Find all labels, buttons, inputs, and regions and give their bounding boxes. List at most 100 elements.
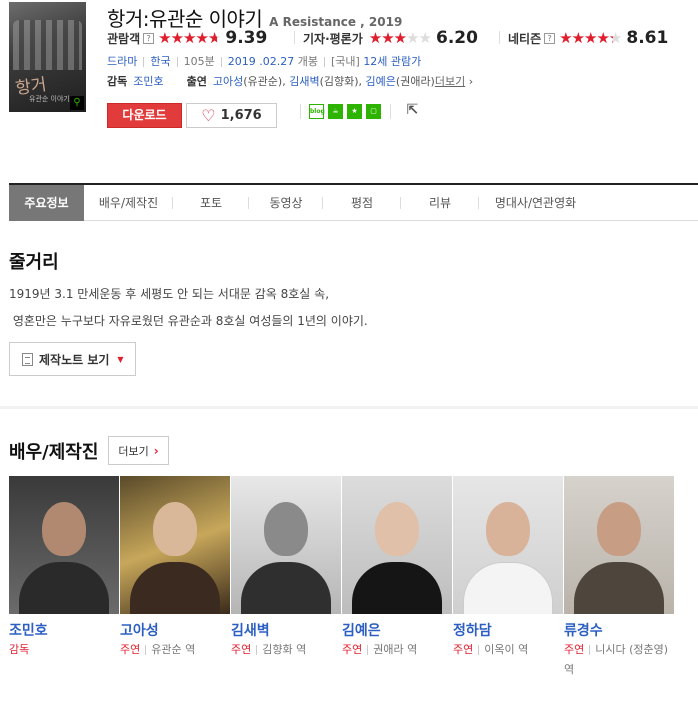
cast-photo[interactable] (9, 476, 119, 614)
runtime: 105분 (183, 55, 215, 68)
cast-role: (유관순) (243, 75, 283, 88)
tab-label: 평점 (350, 196, 374, 210)
rating-label: 관람객 (107, 31, 141, 46)
country-link[interactable]: 한국 (150, 55, 170, 68)
cast-name[interactable]: 조민호 (9, 620, 120, 640)
director-link[interactable]: 조민호 (133, 75, 163, 88)
rating-score: 9.39 (225, 28, 268, 48)
audience-rating: 관람객 ? ★★★★★ ★★★★★ 9.39 (107, 28, 267, 48)
grade-link[interactable]: 12세 관람가 (363, 55, 421, 68)
cast-photo[interactable] (453, 476, 563, 614)
tab-videos[interactable]: 동영상 (249, 185, 323, 221)
cast-card: 류경수 주연 니시다 (정춘영) 역 (564, 476, 675, 680)
credits-more-link[interactable]: 더보기 (435, 75, 465, 88)
tab-ratings[interactable]: 평점 (323, 185, 401, 221)
cast-card: 고아성 주연 유관순 역 (120, 476, 231, 680)
like-count: 1,676 (220, 108, 262, 123)
stars-filled: ★★★★★ (559, 29, 613, 47)
release-date-link[interactable]: 2019 .02.27 (228, 55, 294, 68)
cast-photo[interactable] (231, 476, 341, 614)
cast-heading: 배우/제작진 (9, 442, 99, 463)
tab-cast-crew[interactable]: 배우/제작진 (84, 185, 173, 221)
cast-photo[interactable] (120, 476, 230, 614)
help-icon[interactable]: ? (544, 32, 556, 44)
tab-quotes-related[interactable]: 명대사/연관영화 (479, 185, 592, 221)
cast-role: 주연 이옥이 역 (453, 643, 529, 656)
cast-link[interactable]: 김새벽 (289, 75, 319, 88)
cast-photo[interactable] (564, 476, 674, 614)
rating-label: 네티즌 (508, 31, 542, 46)
download-button[interactable]: 다운로드 (107, 103, 182, 128)
stars-filled: ★★★★★ (368, 29, 408, 47)
synopsis-text: 1919년 3.1 만세운동 후 세평도 안 되는 서대문 감옥 8호실 속, … (9, 281, 368, 335)
tab-label: 리뷰 (428, 196, 452, 210)
zoom-icon[interactable]: ⚲ (70, 96, 84, 110)
chevron-down-icon: ▼ (117, 354, 124, 364)
stars-filled: ★★★★★ (158, 29, 217, 47)
tab-main-info[interactable]: 주요정보 (9, 185, 84, 221)
document-icon (22, 352, 33, 366)
movie-english-title: A Resistance , 2019 (269, 15, 403, 29)
chevron-right-icon: › (153, 443, 159, 458)
tab-bar: 주요정보 배우/제작진 포토 동영상 평점 리뷰 명대사/연관영화 (9, 183, 698, 221)
share-bar: blog ☕ ★ ▢ ⇱ (300, 103, 420, 119)
tab-label: 포토 (199, 196, 223, 210)
production-note-label: 제작노트 보기 (39, 352, 110, 367)
share-icon[interactable]: ⇱ (405, 103, 420, 119)
cast-card: 정하담 주연 이옥이 역 (453, 476, 564, 680)
cast-label: 출연 (186, 75, 207, 88)
cast-more-label: 더보기 (118, 444, 149, 458)
cast-name[interactable]: 김새벽 (231, 620, 342, 640)
cast-role: (김향화) (319, 75, 359, 88)
heart-icon: ♡ (201, 105, 216, 125)
section-divider (0, 406, 698, 409)
netizen-rating: 네티즌 ? ★★★★★ ★★★★★ 8.61 (508, 28, 668, 48)
tab-photos[interactable]: 포토 (173, 185, 249, 221)
tab-label: 배우/제작진 (98, 196, 159, 210)
release-suffix: 개봉 (297, 55, 318, 68)
cast-role: 주연 유관순 역 (120, 643, 196, 656)
rating-score: 6.20 (436, 28, 478, 48)
credits-row: 감독 조민호 출연 고아성(유관순), 김새벽(김향화), 김예은(권애라)더보기 … (107, 75, 474, 88)
chevron-right-icon: › (468, 75, 474, 88)
cast-role: 감독 (9, 643, 30, 656)
cast-name[interactable]: 류경수 (564, 620, 675, 640)
cast-name[interactable]: 정하담 (453, 620, 564, 640)
production-note-button[interactable]: 제작노트 보기 ▼ (9, 342, 136, 376)
rating-label: 기자·평론가 (303, 31, 363, 46)
like-button[interactable]: ♡ 1,676 (186, 103, 277, 128)
cast-name[interactable]: 고아성 (120, 620, 231, 640)
movie-meta: 드라마 한국 105분 2019 .02.27 개봉 [국내] 12세 관람가 (107, 53, 421, 69)
divider (390, 104, 391, 119)
cast-link[interactable]: 고아성 (213, 75, 243, 88)
director-label: 감독 (107, 75, 128, 88)
tab-reviews[interactable]: 리뷰 (401, 185, 479, 221)
cast-role: 주연 니시다 (정춘영) 역 (564, 643, 669, 676)
star-rating: ★★★★★ ★★★★★ (368, 29, 432, 47)
cast-card: 김새벽 주연 김향화 역 (231, 476, 342, 680)
divider (294, 31, 295, 44)
synopsis-line: 1919년 3.1 만세운동 후 세평도 안 되는 서대문 감옥 8호실 속, (9, 287, 330, 301)
cast-card: 조민호 감독 (9, 476, 120, 680)
movie-poster[interactable]: 항거 유관순 이야기 ⚲ (9, 2, 86, 112)
help-icon[interactable]: ? (143, 32, 155, 44)
synopsis-line: 영혼만은 누구보다 자유로웠던 유관순과 8호실 여성들의 1년의 이야기. (9, 314, 368, 328)
bookmark-share-icon[interactable]: ★ (347, 104, 362, 119)
cast-role: 주연 김향화 역 (231, 643, 307, 656)
cast-more-button[interactable]: 더보기 › (108, 436, 169, 465)
memo-share-icon[interactable]: ▢ (366, 104, 381, 119)
cast-photo[interactable] (342, 476, 452, 614)
cast-name[interactable]: 김예은 (342, 620, 453, 640)
cafe-share-icon[interactable]: ☕ (328, 104, 343, 119)
cast-link[interactable]: 김예은 (366, 75, 396, 88)
genre-link[interactable]: 드라마 (107, 55, 137, 68)
blog-share-icon[interactable]: blog (309, 104, 325, 119)
rating-score: 8.61 (626, 28, 669, 48)
star-rating: ★★★★★ ★★★★★ (559, 29, 622, 47)
divider (499, 31, 500, 44)
ratings-row: 관람객 ? ★★★★★ ★★★★★ 9.39 기자·평론가 ★★★★★ ★★★★… (107, 28, 697, 48)
cast-role: (권애라) (395, 75, 435, 88)
cast-card: 김예은 주연 권애라 역 (342, 476, 453, 680)
star-rating: ★★★★★ ★★★★★ (158, 29, 221, 47)
tab-label: 동영상 (269, 196, 303, 210)
